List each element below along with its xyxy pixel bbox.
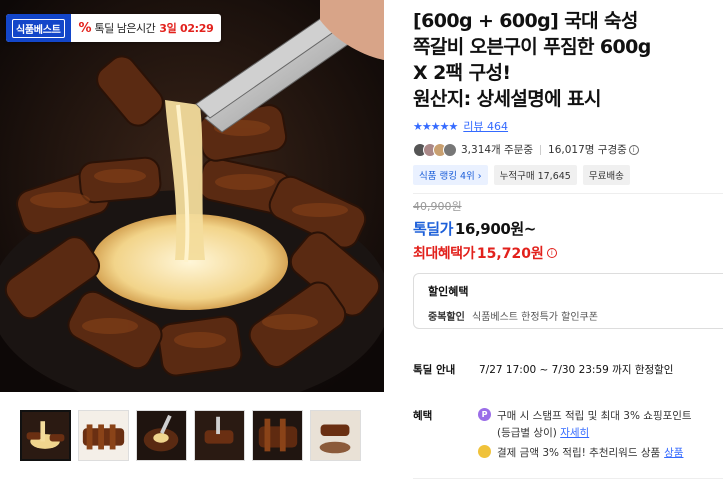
- remaining-time-label: 톡딜 남은시간: [94, 22, 156, 35]
- title-line: [600g + 600g] 국대 숙성: [413, 10, 638, 32]
- divider: [413, 193, 723, 194]
- rating-row: ★★★★★ 리뷰 464: [413, 118, 723, 134]
- product-title: [600g + 600g] 국대 숙성 쪽갈비 오븐구이 푸짐한 600g X …: [413, 8, 723, 112]
- badge-row: 식품 랭킹 4위 › 누적구매 17,645 무료배송: [413, 165, 723, 185]
- info-circle-icon[interactable]: i: [546, 248, 557, 258]
- deal-info-text: 7/27 17:00 ~ 7/30 23:59 까지 한정할인: [479, 364, 674, 376]
- max-benefit-row: 최대혜택가 15,720원 i: [413, 243, 723, 263]
- original-price: 40,900원: [413, 200, 462, 213]
- benefit-sub-text: (등급별 상이): [497, 427, 557, 439]
- brand-tag: 식품베스트: [6, 14, 71, 42]
- benefit-item-reward: 결제 금액 3% 적립! 추천리워드 상품 상품: [478, 445, 683, 460]
- thumbnail-strip: [20, 410, 361, 461]
- point-coin-icon: P: [478, 408, 491, 421]
- details-link[interactable]: 자세히: [560, 427, 589, 439]
- max-benefit-label: 최대혜택가: [413, 246, 475, 262]
- thumbnail-6[interactable]: [310, 410, 361, 461]
- brand-label: 식품베스트: [12, 18, 65, 38]
- benefit-item-text: 구매 시 스탬프 적립 및 최대 3% 쇼핑포인트: [497, 410, 692, 422]
- order-count: 3,314개 주문중: [461, 144, 534, 156]
- deal-price-label: 톡딜가: [413, 220, 453, 238]
- title-line: 쪽갈비 오븐구이 푸짐한 600g: [413, 36, 651, 58]
- thumbnail-1[interactable]: [20, 410, 71, 461]
- viewer-count: 16,017명 구경중: [548, 144, 627, 156]
- discount-title: 할인혜택: [428, 285, 469, 298]
- discount-line-text: 식품베스트 한정특가 할인쿠폰: [472, 312, 598, 323]
- deal-info-label: 톡딜 안내: [413, 364, 456, 376]
- review-count-link[interactable]: 리뷰 464: [463, 118, 508, 134]
- deal-price-row: 톡딜가 16,900원~: [413, 218, 723, 239]
- reward-coin-icon: [478, 445, 491, 458]
- thumbnail-3[interactable]: [136, 410, 187, 461]
- cumulative-purchase-badge: 누적구매 17,645: [493, 165, 577, 185]
- discount-box: 할인혜택 중복할인 식품베스트 한정특가 할인쿠폰: [413, 273, 723, 329]
- ribs-cheese-photo: [0, 0, 384, 392]
- info-circle-icon[interactable]: i: [628, 144, 639, 155]
- avatar: [443, 142, 457, 157]
- title-line: 원산지: 상세설명에 표시: [413, 88, 601, 110]
- remaining-time-value: 3일 02:29: [159, 22, 214, 35]
- benefit-item-sub: (등급별 상이) 자세히: [497, 425, 589, 440]
- order-stats-row: 3,314개 주문중 16,017명 구경중 i: [413, 142, 723, 157]
- star-icon: ★★★★★: [413, 119, 458, 133]
- free-shipping-badge: 무료배송: [582, 165, 630, 185]
- thumbnail-4[interactable]: [194, 410, 245, 461]
- main-product-image[interactable]: 식품베스트 % 톡딜 남은시간 3일 02:29: [0, 0, 384, 392]
- benefit-label: 혜택: [413, 410, 433, 422]
- benefit-item-text: 결제 금액 3% 적립! 추천리워드 상품: [497, 447, 661, 459]
- discount-line-label: 중복할인: [428, 312, 465, 323]
- divider: [413, 478, 723, 479]
- reward-product-link[interactable]: 상품: [664, 445, 683, 460]
- buyer-avatars: [413, 142, 457, 157]
- percent-icon: %: [78, 20, 92, 36]
- deal-info-row: 톡딜 안내 7/27 17:00 ~ 7/30 23:59 까지 한정할인: [413, 362, 673, 377]
- title-line: X 2팩 구성!: [413, 62, 511, 84]
- deal-timer-banner: 식품베스트 % 톡딜 남은시간 3일 02:29: [6, 14, 222, 42]
- deal-price-value: 16,900원~: [454, 220, 536, 238]
- benefit-item-stamp: P 구매 시 스탬프 적립 및 최대 3% 쇼핑포인트: [478, 408, 692, 423]
- thumbnail-2[interactable]: [78, 410, 129, 461]
- ranking-badge[interactable]: 식품 랭킹 4위 ›: [413, 165, 488, 185]
- divider: [540, 144, 542, 155]
- product-info: [600g + 600g] 국대 숙성 쪽갈비 오븐구이 푸짐한 600g X …: [413, 8, 723, 329]
- discount-line: 중복할인 식품베스트 한정특가 할인쿠폰: [428, 308, 723, 323]
- max-benefit-price: 15,720원: [476, 246, 544, 262]
- thumbnail-5[interactable]: [252, 410, 303, 461]
